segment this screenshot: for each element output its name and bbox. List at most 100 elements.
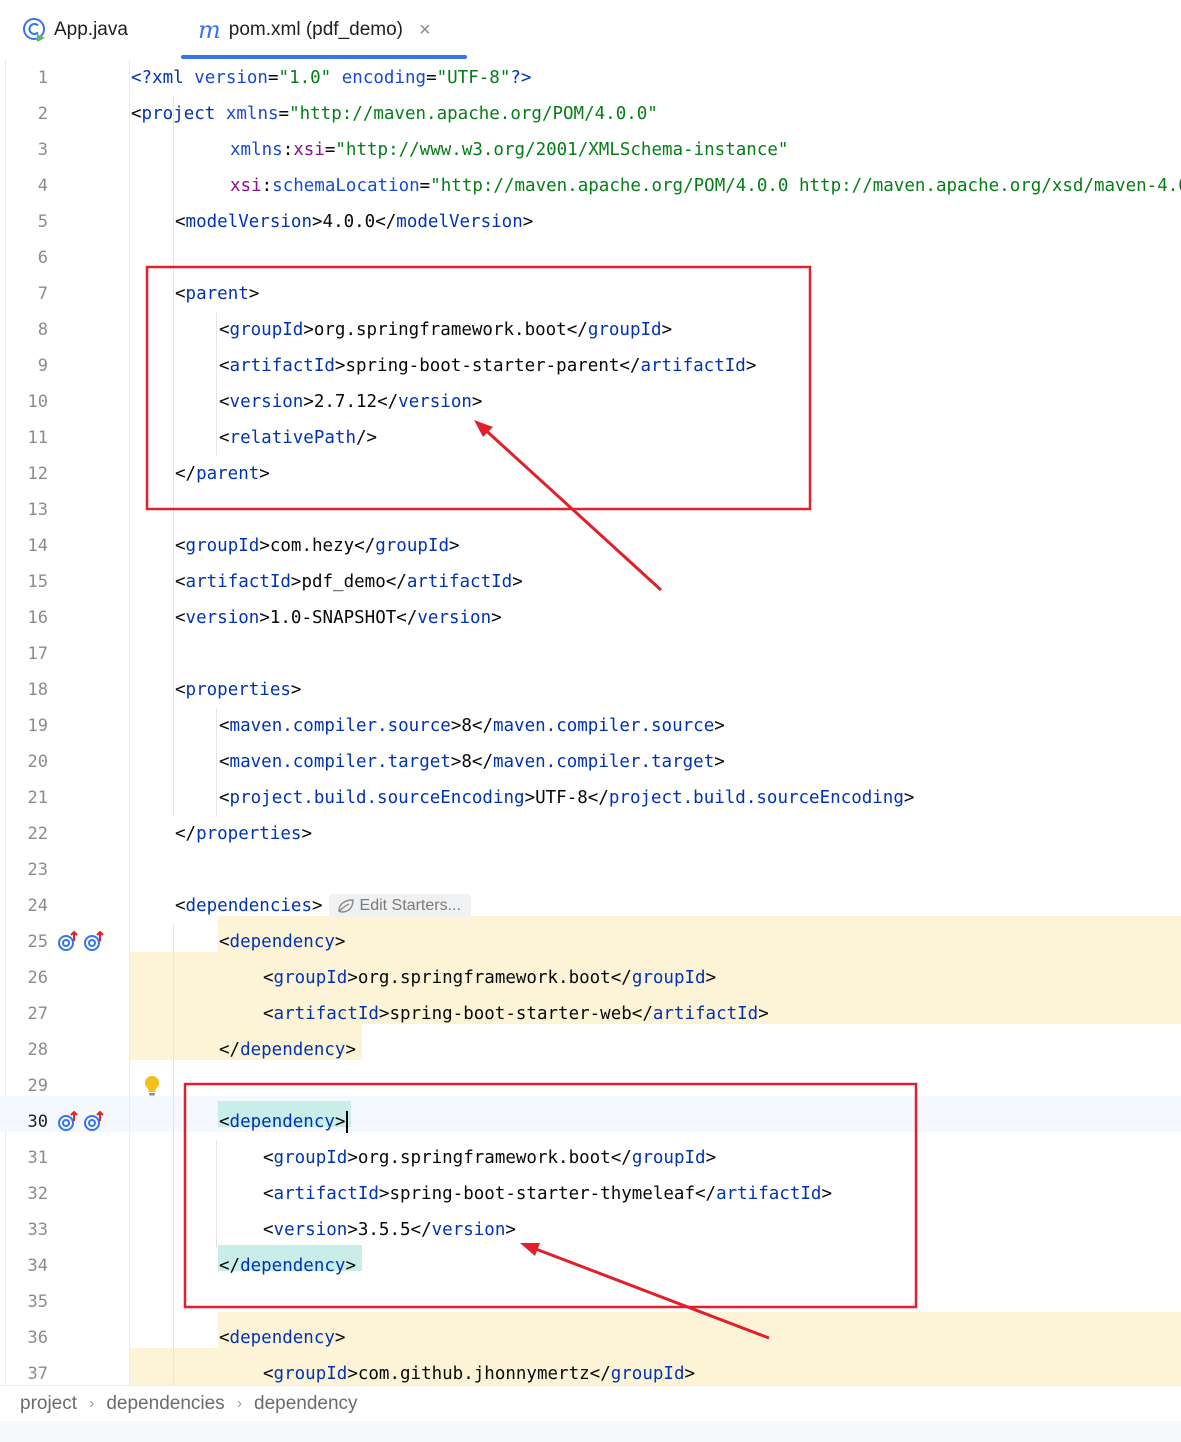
line-number: 35 [27,1292,48,1312]
maven-m-icon: m [198,16,221,44]
code-line: 14 <groupId>com.hezy</groupId> [0,528,1181,564]
override-up-icon[interactable] [57,1110,79,1132]
override-up-icon[interactable] [83,1110,105,1132]
breadcrumb-item-dependencies[interactable]: dependencies [106,1393,224,1415]
tab-app-java[interactable]: App.java [22,0,128,60]
code-line: 35 [0,1284,1181,1320]
breadcrumb-item-project[interactable]: project [20,1393,77,1415]
code-line: 29 [0,1068,1181,1104]
editor-tab-bar: App.java m pom.xml (pdf_demo) × [0,0,1181,61]
code-line: 11 <relativePath/> [0,420,1181,456]
code-line: 1 <?xml version="1.0" encoding="UTF-8"?> [0,60,1181,96]
breadcrumb-item-dependency[interactable]: dependency [254,1393,358,1415]
line-number: 22 [27,824,48,844]
line-number: 26 [27,968,48,988]
code-line: 2 <project xmlns="http://maven.apache.or… [0,96,1181,132]
code-line: 15 <artifactId>pdf_demo</artifactId> [0,564,1181,600]
edit-starters-inlay[interactable]: Edit Starters... [328,894,471,918]
java-class-icon [22,17,48,43]
code-line: 5 <modelVersion>4.0.0</modelVersion> [0,204,1181,240]
line-number: 18 [27,680,48,700]
line-number: 7 [37,284,48,304]
line-number: 14 [27,536,48,556]
active-tab-indicator [181,55,467,59]
tab-label: App.java [54,19,128,40]
code-line: 34 </dependency> [0,1248,1181,1284]
code-line: 17 [0,636,1181,672]
line-number: 4 [37,176,48,196]
line-number: 28 [27,1040,48,1060]
line-number: 19 [27,716,48,736]
code-line: 13 [0,492,1181,528]
code-line: 28 </dependency> [0,1032,1181,1068]
code-line: 22 </properties> [0,816,1181,852]
code-line: 25 <dependency> [0,924,1181,960]
line-number: 17 [27,644,48,664]
code-line: 10 <version>2.7.12</version> [0,384,1181,420]
code-line: 27 <artifactId>spring-boot-starter-web</… [0,996,1181,1032]
code-line: 9 <artifactId>spring-boot-starter-parent… [0,348,1181,384]
code-editor[interactable]: 1 <?xml version="1.0" encoding="UTF-8"?>… [0,60,1181,1385]
tab-pom-xml[interactable]: m pom.xml (pdf_demo) × [198,0,431,60]
code-line: 26 <groupId>org.springframework.boot</gr… [0,960,1181,996]
line-number: 3 [37,140,48,160]
override-up-icon[interactable] [83,930,105,952]
status-strip [0,1421,1181,1442]
line-number: 33 [27,1220,48,1240]
tab-label: pom.xml (pdf_demo) [228,19,403,40]
text-caret [346,1111,349,1133]
code-line: 16 <version>1.0-SNAPSHOT</version> [0,600,1181,636]
breadcrumb-separator: › [236,1394,243,1412]
line-number: 10 [27,392,48,412]
line-number: 23 [27,860,48,880]
code-line: 24 <dependencies> Edit Starters... [0,888,1181,924]
line-number: 24 [27,896,48,916]
code-line: 36 <dependency> [0,1320,1181,1356]
line-number: 5 [37,212,48,232]
code-line: 8 <groupId>org.springframework.boot</gro… [0,312,1181,348]
code-line: 33 <version>3.5.5</version> [0,1212,1181,1248]
code-line: 18 <properties> [0,672,1181,708]
line-number: 21 [27,788,48,808]
line-number: 31 [27,1148,48,1168]
code-line: 6 [0,240,1181,276]
override-up-icon[interactable] [57,930,79,952]
close-tab-icon[interactable]: × [419,19,431,42]
line-number: 12 [27,464,48,484]
line-number: 32 [27,1184,48,1204]
line-number: 29 [27,1076,48,1096]
spring-leaf-icon [337,899,354,913]
code-line: 4 xsi:schemaLocation="http://maven.apach… [0,168,1181,204]
line-number: 11 [27,428,48,448]
line-number: 13 [27,500,48,520]
code-line: 32 <artifactId>spring-boot-starter-thyme… [0,1176,1181,1212]
code-line: 19 <maven.compiler.source>8</maven.compi… [0,708,1181,744]
line-number: 1 [37,68,48,88]
line-number: 9 [37,356,48,376]
code-line: 3 xmlns:xsi="http://www.w3.org/2001/XMLS… [0,132,1181,168]
code-line: 12 </parent> [0,456,1181,492]
lightbulb-icon[interactable] [142,1074,162,1098]
line-number: 6 [37,248,48,268]
code-line: 30 <dependency> [0,1104,1181,1140]
code-line: 7 <parent> [0,276,1181,312]
line-number: 36 [27,1328,48,1348]
breadcrumb: project › dependencies › dependency [0,1385,1181,1421]
breadcrumb-separator: › [89,1394,95,1412]
code-line: 21 <project.build.sourceEncoding>UTF-8</… [0,780,1181,816]
line-number: 27 [27,1004,48,1024]
code-line: 23 [0,852,1181,888]
line-number: 8 [37,320,48,340]
line-number: 20 [27,752,48,772]
line-number: 25 [27,932,48,952]
line-number: 34 [27,1256,48,1276]
edit-starters-label: Edit Starters... [359,897,461,914]
code-line: 31 <groupId>org.springframework.boot</gr… [0,1140,1181,1176]
code-line: 37 <groupId>com.github.jhonnymertz</grou… [0,1356,1181,1385]
line-number: 2 [37,104,48,124]
line-number: 37 [27,1364,48,1384]
code-line: 20 <maven.compiler.target>8</maven.compi… [0,744,1181,780]
line-number: 30 [27,1112,48,1132]
line-number: 15 [27,572,48,592]
line-number: 16 [27,608,48,628]
